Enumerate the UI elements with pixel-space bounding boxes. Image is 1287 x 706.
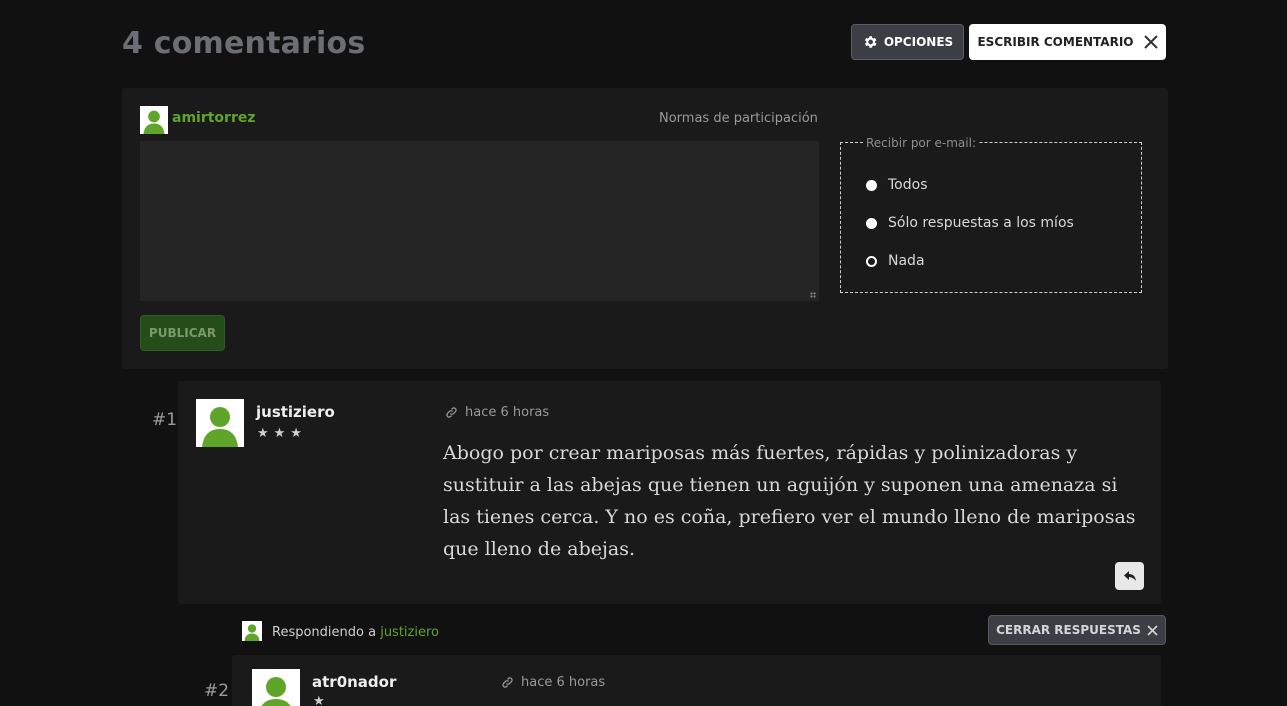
comment-avatar[interactable] [196,399,244,447]
radio-option-nada[interactable]: Nada [866,253,925,269]
user-silhouette-icon [261,677,291,706]
user-silhouette-icon [143,110,165,134]
replying-to-user[interactable]: justiziero [380,625,439,640]
radio-option-solo-respuestas[interactable]: Sólo respuestas a los míos [866,215,1074,231]
close-icon [1143,35,1158,49]
reply-icon [1123,571,1136,581]
radio-label: Todos [888,177,928,193]
user-rating-stars: ★ [313,694,330,706]
comment-username[interactable]: justiziero [256,403,335,421]
options-button[interactable]: OPCIONES [851,24,964,60]
comment-permalink[interactable]: hace 6 horas [501,675,605,690]
write-comment-button[interactable]: ESCRIBIR COMENTARIO [969,24,1166,60]
radio-option-todos[interactable]: Todos [866,177,927,193]
link-icon [446,407,457,418]
comment-time-text: hace 6 horas [465,405,550,420]
participation-rules-link[interactable]: Normas de participación [659,111,818,126]
replying-prefix: Respondiendo a [272,625,381,640]
user-silhouette-icon [244,624,260,641]
comment-time-text: hace 6 horas [521,675,606,690]
publish-button[interactable]: PUBLICAR [140,315,225,351]
page-title: 4 comentarios [122,26,366,61]
radio-button[interactable] [866,217,877,229]
reply-button[interactable] [1115,562,1144,590]
comment-username[interactable]: atr0nador [312,673,396,691]
comment-avatar[interactable] [252,669,300,706]
link-icon [502,677,513,688]
gear-icon [864,36,877,48]
user-silhouette-icon [202,407,238,447]
comment-number: #2 [204,681,230,701]
comment-body: Abogo por crear mariposas más fuertes, r… [443,442,1136,560]
resize-handle[interactable] [810,292,816,298]
comment-permalink[interactable]: hace 6 horas [445,405,549,420]
comment-number: #1 [152,410,178,430]
close-icon [1147,624,1158,636]
comment-textarea[interactable] [140,141,819,301]
current-username[interactable]: amirtorrez [172,110,256,126]
radio-button[interactable] [866,179,877,191]
close-replies-label: CERRAR RESPUESTAS [996,623,1141,637]
current-user-avatar [140,106,168,134]
replying-to-text: Respondiendo a justiziero [272,625,439,640]
reply-target-avatar [242,621,262,641]
user-rating-stars: ★★★ [257,426,307,441]
options-label: OPCIONES [883,35,954,49]
comments-page: 4 comentarios OPCIONES ESCRIBIR COMENTAR… [0,0,1287,706]
email-legend: Recibir por e-mail: [864,136,978,150]
radio-button[interactable] [866,255,877,267]
close-replies-button[interactable]: CERRAR RESPUESTAS [988,615,1166,645]
write-comment-label: ESCRIBIR COMENTARIO [977,35,1134,49]
radio-label: Nada [888,253,925,269]
radio-label: Sólo respuestas a los míos [888,215,1074,231]
